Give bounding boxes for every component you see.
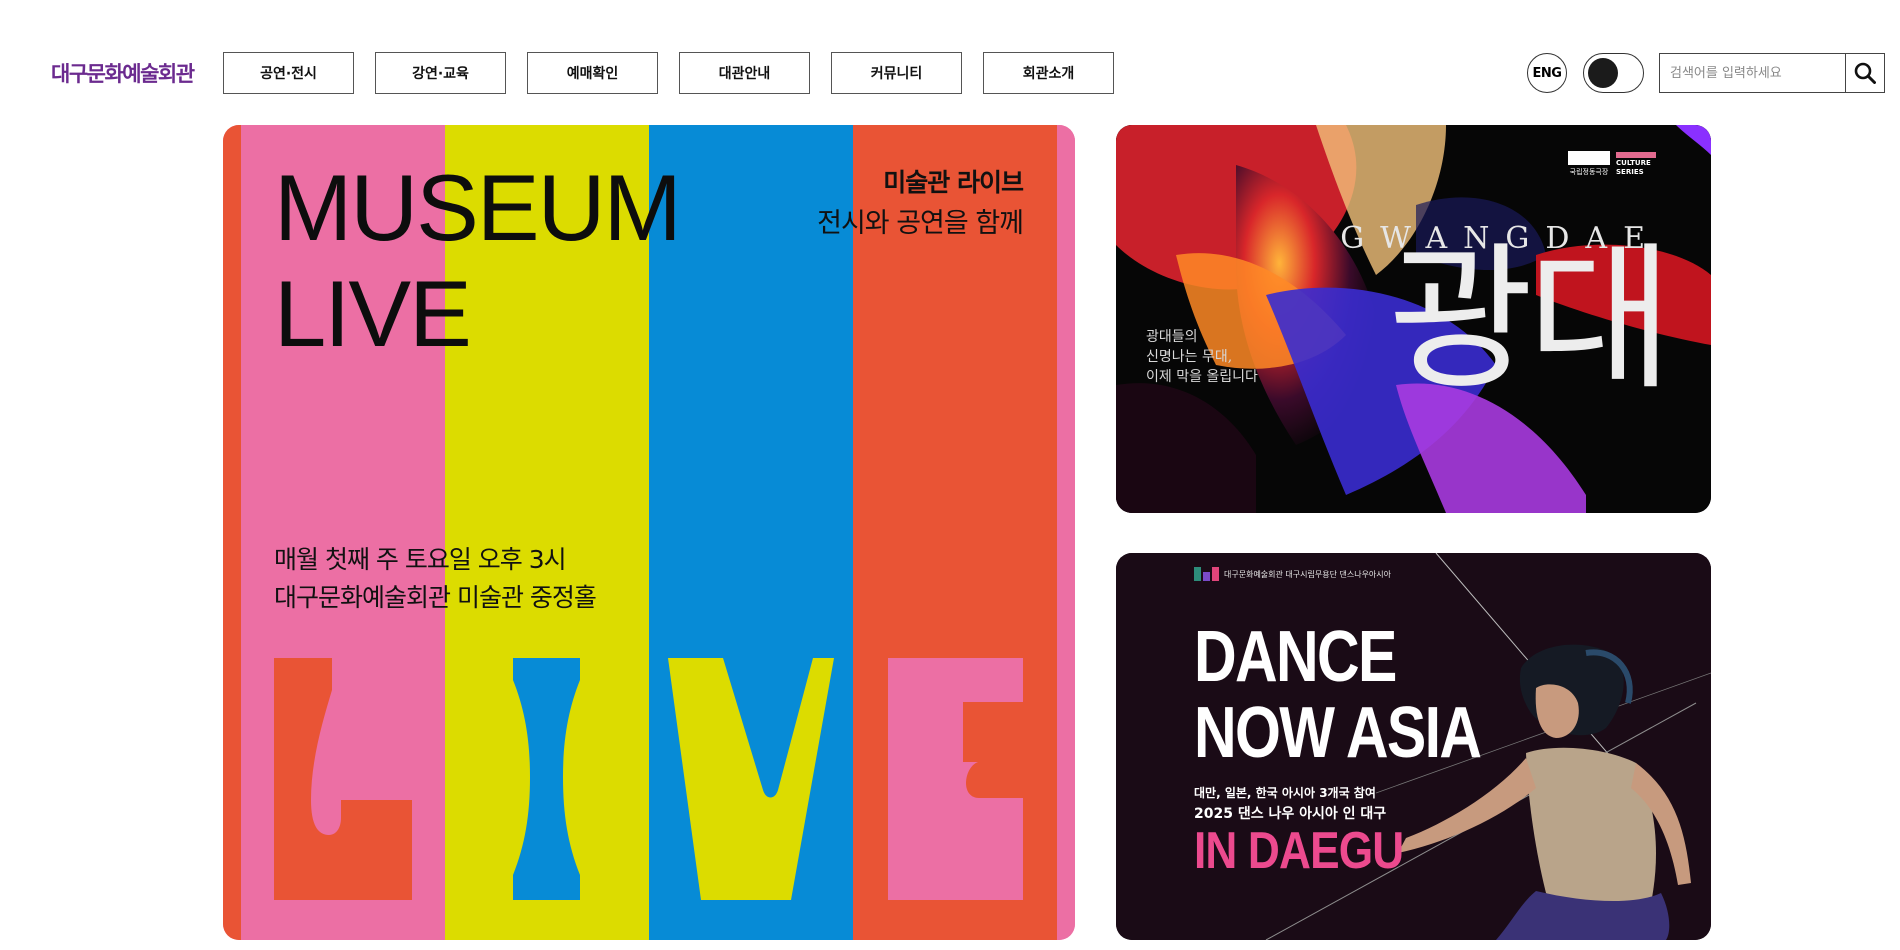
live-big-letters bbox=[274, 658, 1023, 900]
search-button[interactable] bbox=[1845, 53, 1885, 93]
gwangdae-poster[interactable]: 국립정동극장 CULTURE SERIES GWANGDAE 광대 광대들의 신… bbox=[1116, 125, 1711, 513]
search-input[interactable] bbox=[1659, 53, 1845, 93]
gwangdae-title: 광대 bbox=[1388, 228, 1673, 412]
schedule-venue: 대구문화예술회관 미술관 중정홀 bbox=[274, 583, 597, 612]
dance-in-daegu: IN DAEGU bbox=[1194, 822, 1404, 880]
dance-sponsors: 대구문화예술회관 대구시립무용단 댄스나우아시아 bbox=[1224, 570, 1392, 579]
letter-v bbox=[668, 658, 834, 900]
dance-now-asia-poster[interactable]: 대구문화예술회관 대구시립무용단 댄스나우아시아 DANCE NOW ASIA … bbox=[1116, 553, 1711, 940]
nav-community[interactable]: 커뮤니티 bbox=[831, 52, 962, 94]
schedule-time: 매월 첫째 주 토요일 오후 3시 bbox=[274, 545, 567, 574]
toggle-knob bbox=[1588, 58, 1618, 88]
letter-i bbox=[513, 658, 580, 900]
theater-logo: 국립정동극장 bbox=[1568, 151, 1610, 177]
museum-live-subtitle: 미술관 라이브 bbox=[883, 168, 1024, 197]
museum-live-title: MUSEUM LIVE bbox=[274, 155, 682, 367]
nav-about[interactable]: 회관소개 bbox=[983, 52, 1114, 94]
dance-desc-line2: 2025 댄스 나우 아시아 인 대구 bbox=[1194, 806, 1387, 822]
search-icon bbox=[1854, 62, 1876, 84]
language-button[interactable]: ENG bbox=[1527, 53, 1567, 93]
dance-now-asia-title: DANCE NOW ASIA bbox=[1194, 617, 1482, 773]
museum-live-tagline: 전시와 공연을 함께 bbox=[817, 208, 1024, 239]
dance-title-line1: DANCE bbox=[1194, 617, 1397, 697]
culture-series-logo: CULTURE SERIES bbox=[1616, 152, 1656, 177]
dance-title-line2: NOW ASIA bbox=[1194, 693, 1482, 773]
nav-reservation-check[interactable]: 예매확인 bbox=[527, 52, 658, 94]
nav-rental-guide[interactable]: 대관안내 bbox=[679, 52, 810, 94]
letter-l bbox=[274, 658, 412, 900]
dance-desc-line1: 대만, 일본, 한국 아시아 3개국 참여 bbox=[1194, 786, 1376, 800]
museum-live-banner[interactable]: MUSEUM LIVE 미술관 라이브 전시와 공연을 함께 매월 첫째 주 토… bbox=[223, 125, 1075, 940]
title-line-museum: MUSEUM bbox=[274, 155, 682, 260]
site-logo[interactable]: 대구문화예술회관 bbox=[51, 58, 195, 88]
letter-e bbox=[888, 658, 1023, 900]
gwangdae-sponsor-logos: 국립정동극장 CULTURE SERIES bbox=[1568, 151, 1656, 177]
title-line-live: LIVE bbox=[274, 261, 472, 366]
nav-performance-exhibition[interactable]: 공연·전시 bbox=[223, 52, 354, 94]
gwangdae-copy: 광대들의 신명나는 무대, 이제 막을 올립니다 bbox=[1146, 329, 1258, 385]
theme-toggle[interactable] bbox=[1583, 53, 1644, 93]
nav-lecture-education[interactable]: 강연·교육 bbox=[375, 52, 506, 94]
